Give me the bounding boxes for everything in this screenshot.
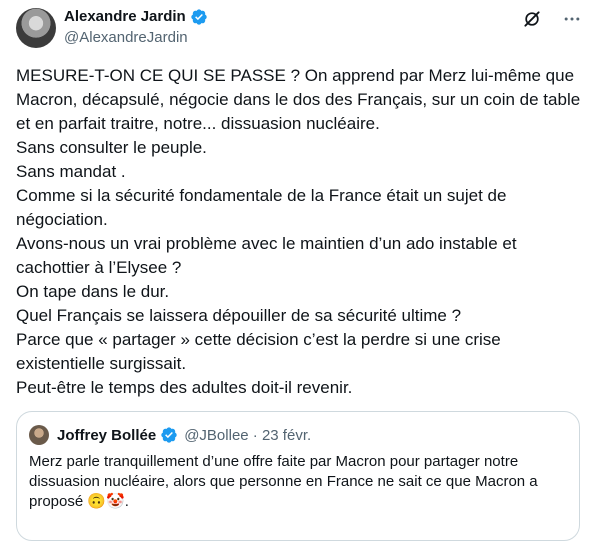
grok-icon[interactable] — [521, 8, 543, 30]
verified-badge-icon — [160, 426, 178, 444]
author-avatar[interactable] — [16, 8, 56, 48]
tweet-text: MESURE-T-ON CE QUI SE PASSE ? On apprend… — [16, 66, 581, 397]
quoted-author-avatar — [29, 425, 49, 445]
top-actions — [521, 8, 583, 30]
quoted-author-name: Joffrey Bollée — [57, 426, 157, 444]
author-block: Alexandre Jardin @AlexandreJardin — [64, 7, 208, 48]
more-options-icon[interactable] — [561, 8, 583, 30]
quoted-tweet-text: Merz parle tranquillement d’une offre fa… — [29, 453, 538, 510]
quoted-tweet-header: Joffrey Bollée @JBollee · 23 févr. — [29, 425, 311, 445]
verified-badge-icon[interactable] — [190, 8, 208, 26]
author-handle[interactable]: @AlexandreJardin — [64, 28, 208, 48]
author-name[interactable]: Alexandre Jardin — [64, 7, 186, 27]
quoted-author-handle: @JBollee · 23 févr. — [184, 426, 312, 444]
